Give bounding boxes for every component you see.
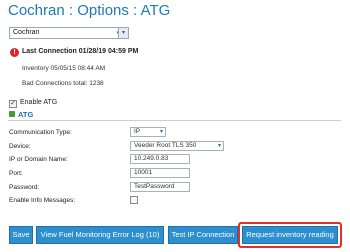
communication-type-label: Communication Type: [9, 129, 72, 136]
atg-link[interactable]: ATG [9, 110, 33, 119]
enable-atg-row[interactable]: ✓ Enable ATG [9, 99, 57, 108]
enable-info-label: Enable Info Messages: [9, 197, 76, 204]
save-button[interactable]: Save [9, 226, 33, 244]
site-select[interactable]: Cochran ▾ [9, 27, 124, 39]
ip-label: IP or Domain Name: [9, 156, 68, 163]
divider [8, 120, 341, 121]
alert-icon: ! [10, 48, 19, 57]
enable-info-checkbox[interactable] [130, 196, 138, 204]
test-ip-button[interactable]: Test IP Connection [168, 226, 238, 244]
password-label: Password: [9, 184, 40, 191]
port-label: Port: [9, 170, 23, 177]
communication-type-value: IP [134, 128, 141, 135]
chevron-down-icon: ▾ [159, 129, 163, 135]
view-error-log-button[interactable]: View Fuel Monitoring Error Log (10) [36, 226, 164, 244]
device-select[interactable]: Veeder Root TLS 350 ▾ [130, 141, 224, 151]
bad-connections-text: Bad Connections total: 1238 [22, 80, 104, 87]
enable-atg-checkbox[interactable]: ✓ [9, 100, 17, 108]
atg-link-label: ATG [18, 110, 34, 119]
highlight-box [238, 222, 342, 248]
last-connection-text: Last Connection 01/28/19 04:59 PM [22, 48, 139, 55]
password-value: TestPassword [134, 183, 175, 190]
device-value: Veeder Root TLS 350 [134, 142, 197, 149]
site-select-value: Cochran [13, 29, 40, 36]
enable-atg-label: Enable ATG [20, 99, 58, 106]
plug-icon [9, 111, 15, 117]
chevron-down-icon: ▾ [217, 143, 221, 149]
port-value: 10001 [134, 169, 153, 176]
port-input[interactable]: 10001 [130, 168, 190, 178]
page-title: Cochran : Options : ATG [8, 2, 171, 19]
device-label: Device: [9, 143, 31, 150]
ip-input[interactable]: 10.249.0.83 [130, 154, 190, 164]
communication-type-select[interactable]: IP ▾ [130, 127, 166, 137]
site-go-button[interactable]: ▾ [118, 27, 129, 39]
ip-value: 10.249.0.83 [134, 155, 169, 162]
password-input[interactable]: TestPassword [130, 182, 190, 192]
inventory-text: Inventory 05/05/15 08:44 AM [22, 65, 106, 72]
